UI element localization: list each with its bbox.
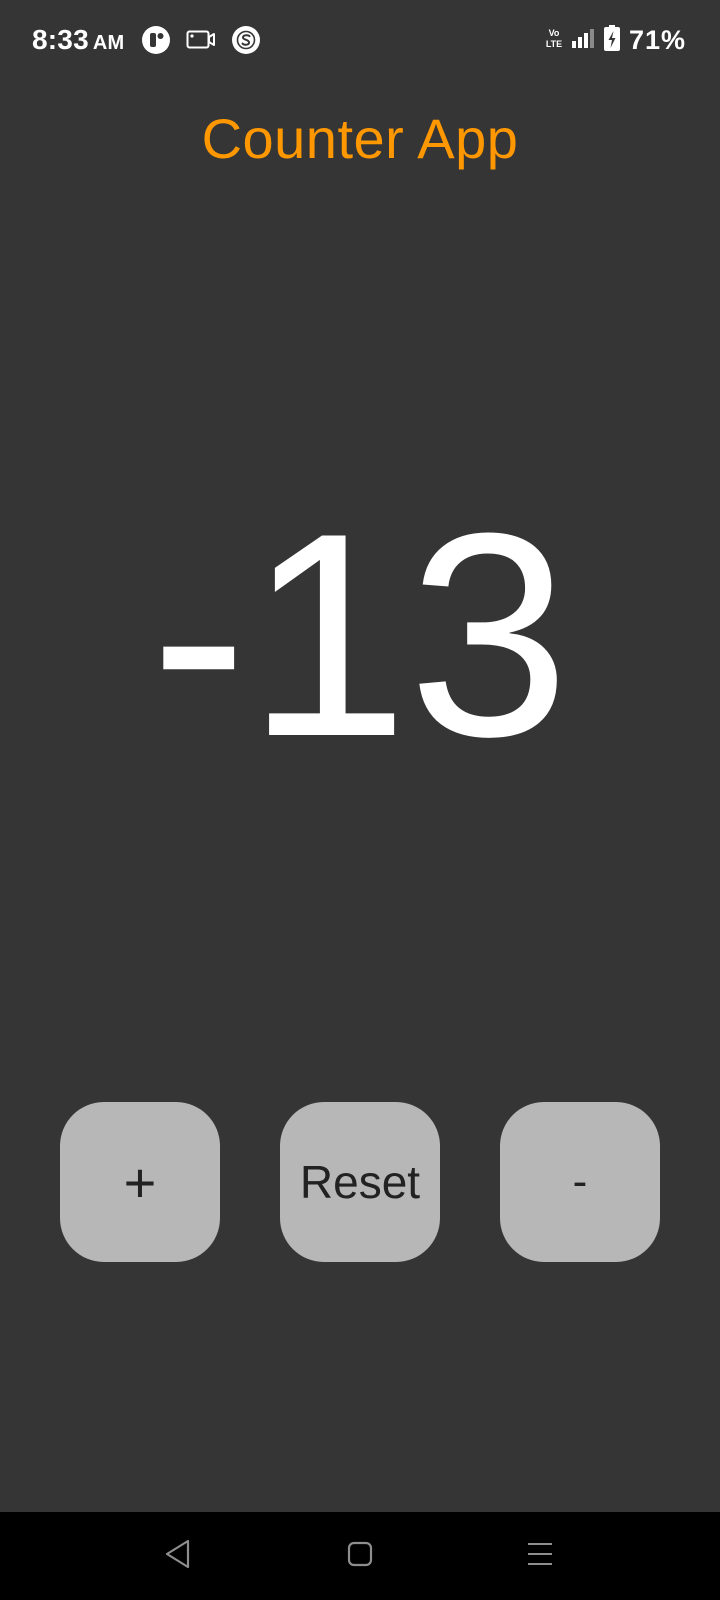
s-circle-icon	[232, 26, 260, 59]
recents-button[interactable]	[522, 1538, 558, 1574]
decrement-button[interactable]: -	[500, 1102, 660, 1262]
recents-icon	[526, 1540, 554, 1573]
app-title: Counter App	[201, 107, 519, 170]
svg-text:Vo: Vo	[549, 28, 560, 38]
screen-record-icon	[186, 29, 216, 56]
signal-icon	[571, 27, 595, 54]
home-button[interactable]	[342, 1538, 378, 1574]
status-time-ampm: AM	[92, 32, 125, 54]
notification-icons	[142, 26, 260, 59]
battery-charging-icon	[603, 24, 621, 57]
back-button[interactable]	[160, 1538, 196, 1574]
battery-percent: 71%	[628, 25, 686, 55]
svg-text:LTE: LTE	[546, 39, 562, 49]
status-bar: 8:33 AM Vo LTE 71%	[0, 0, 720, 84]
home-icon	[346, 1540, 374, 1573]
app-circle-icon	[142, 26, 170, 59]
back-icon	[163, 1538, 193, 1575]
navigation-bar	[0, 1512, 720, 1600]
counter-value: -13	[150, 473, 570, 797]
system-status-icons: Vo LTE 71%	[545, 24, 686, 57]
status-time-value: 8:33	[32, 24, 89, 55]
reset-button[interactable]: Reset	[280, 1102, 440, 1262]
counter-controls: + Reset -	[60, 1102, 660, 1262]
volte-icon: Vo LTE	[545, 26, 563, 55]
increment-button[interactable]: +	[60, 1102, 220, 1262]
status-time: 8:33 AM	[32, 24, 124, 56]
